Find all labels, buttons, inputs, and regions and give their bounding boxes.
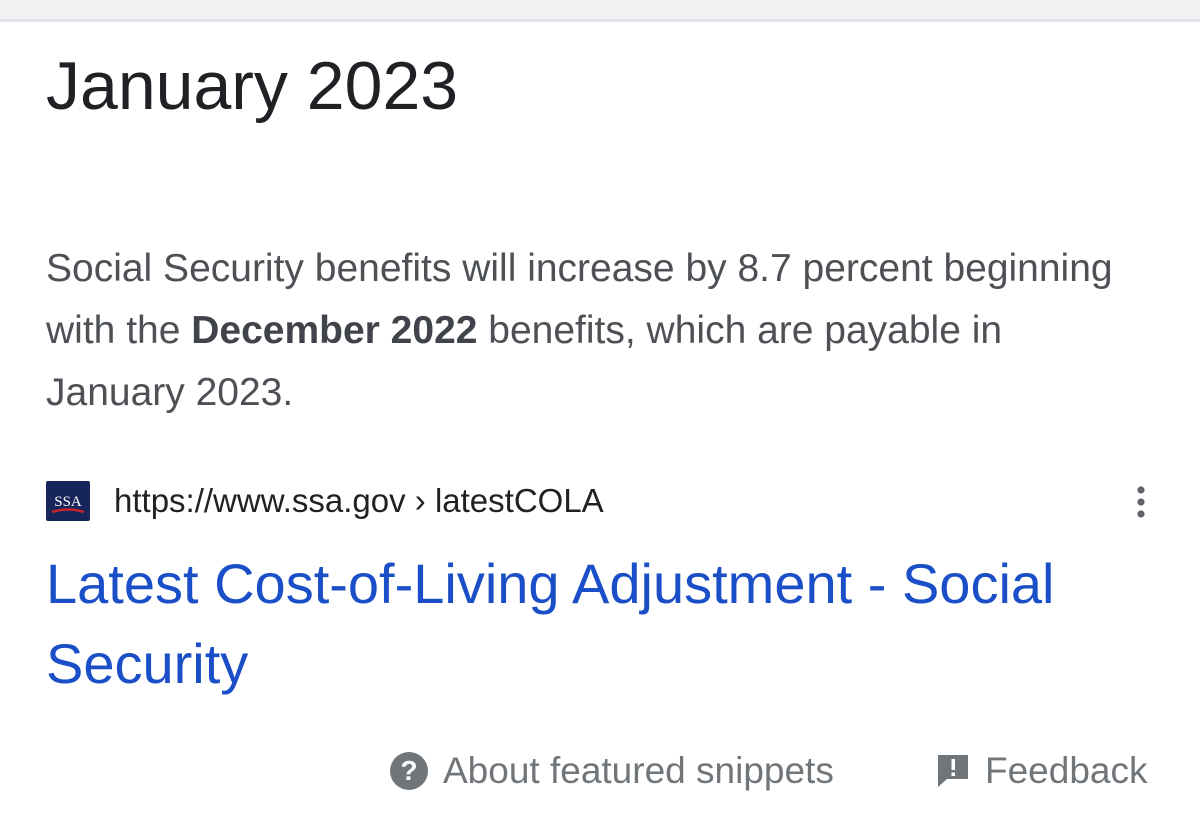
snippet-footer: ? About featured snippets Feedback — [390, 746, 1160, 796]
feedback-label: Feedback — [985, 750, 1148, 791]
about-featured-snippets-link[interactable]: ? About featured snippets — [390, 746, 834, 796]
source-url[interactable]: https://www.ssa.gov › latestCOLA — [114, 478, 604, 524]
ssa-favicon: SSA — [46, 481, 90, 521]
featured-snippet-card: January 2023 Social Security benefits wi… — [0, 0, 1200, 827]
result-title-link[interactable]: Latest Cost-of-Living Adjustment - Socia… — [46, 544, 1146, 704]
snippet-text-highlight: December 2022 — [191, 309, 478, 352]
more-vert-icon — [1137, 486, 1145, 518]
snippet-text: Social Security benefits will increase b… — [46, 238, 1146, 424]
more-options-button[interactable] — [1126, 482, 1156, 522]
about-label: About featured snippets — [443, 750, 834, 791]
source-row[interactable]: SSA https://www.ssa.gov › latestCOLA — [46, 478, 1156, 524]
feedback-link[interactable]: Feedback — [935, 746, 1148, 796]
feedback-icon — [938, 755, 968, 787]
favicon-text: SSA — [54, 494, 82, 510]
help-icon: ? — [390, 752, 428, 790]
answer-title: January 2023 — [46, 48, 459, 124]
top-divider — [0, 0, 1200, 22]
